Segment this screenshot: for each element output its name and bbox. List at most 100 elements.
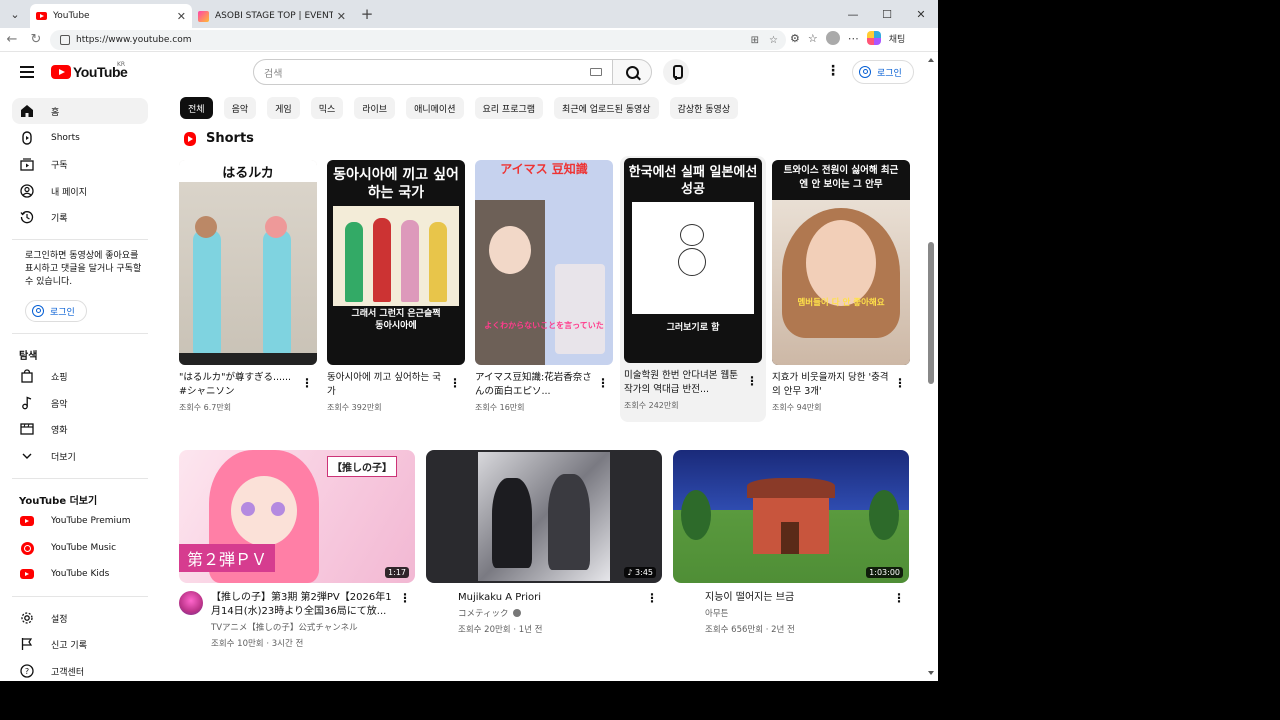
video-title[interactable]: Mujikaku A Priori (458, 591, 640, 605)
video-channel[interactable]: コメティック (458, 607, 640, 619)
video-thumbnail[interactable]: 【推しの子】 第２弾ＰＶ 1:17 (179, 450, 415, 583)
sidebar-item-music[interactable]: 음악 (12, 390, 148, 416)
refresh-icon[interactable]: ↻ (24, 32, 48, 47)
tab-youtube[interactable]: YouTube ✕ (30, 4, 192, 28)
short-card[interactable]: 트와이스 전원이 싫어해 최근엔 안 보이는 그 안무 멤버들이 다 안 좋아해… (772, 160, 910, 413)
short-thumbnail[interactable]: 동아시아에 끼고 싶어하는 국가 그래서 그런지 은근슬쩍 동아시아에 (327, 160, 465, 365)
extensions-icon[interactable]: ⚙ (790, 32, 800, 45)
scroll-up-arrow-icon[interactable] (928, 58, 934, 62)
video-thumbnail[interactable]: 1:03:00 (673, 450, 909, 583)
video-channel[interactable]: TVアニメ【推しの子】公式チャンネル (211, 621, 393, 633)
movie-icon (20, 422, 34, 436)
chip-all[interactable]: 전체 (180, 97, 213, 119)
back-arrow-icon[interactable]: ← (0, 32, 24, 47)
signin-button[interactable]: 로그인 (852, 60, 914, 84)
address-bar[interactable]: https://www.youtube.com ⊞ ☆ (50, 30, 786, 50)
chip-games[interactable]: 게임 (267, 97, 300, 119)
tab-asobi[interactable]: ASOBI STAGE TOP | EVENT | ASOBI ✕ (192, 4, 352, 28)
chip-music[interactable]: 음악 (223, 97, 257, 119)
video-menu-kebab-icon[interactable]: ⋮ (646, 591, 658, 605)
settings-kebab-icon[interactable]: ⋮ (826, 64, 840, 78)
favorites-icon[interactable]: ☆ (808, 32, 818, 45)
chip-mix[interactable]: 믹스 (310, 97, 344, 119)
close-window-icon[interactable]: ✕ (904, 8, 938, 21)
sidebar-item-help[interactable]: ? 고객센터 (12, 658, 148, 681)
youtube-logo[interactable]: YouTube KR (51, 61, 128, 80)
sidebar-item-label: 음악 (51, 399, 68, 410)
short-menu-kebab-icon[interactable]: ⋮ (894, 376, 906, 390)
scroll-down-arrow-icon[interactable] (928, 671, 934, 675)
video-card[interactable]: ♪ 3:45 Mujikaku A Priori コメティック 조회수 20만회… (426, 450, 662, 651)
shopping-icon (20, 369, 34, 383)
page-scrollbar[interactable] (926, 52, 936, 681)
video-thumbnail[interactable]: ♪ 3:45 (426, 450, 662, 583)
profile-avatar-icon[interactable] (825, 31, 840, 45)
chip-animation[interactable]: 애니메이션 (406, 97, 464, 119)
short-menu-kebab-icon[interactable]: ⋮ (301, 376, 313, 390)
video-menu-kebab-icon[interactable]: ⋮ (893, 591, 905, 605)
sidebar-item-youtube-premium[interactable]: YouTube Premium (12, 508, 148, 534)
sidebar-item-shorts[interactable]: Shorts (12, 125, 148, 151)
sidebar-item-youtube-kids[interactable]: YouTube Kids (12, 561, 148, 587)
video-card[interactable]: 1:03:00 지능이 떨어지는 브금 아무튼 조회수 656만회 · 2년 전… (673, 450, 909, 651)
short-title[interactable]: 미술학원 한번 안다녀본 웹툰작가의 역대급 반전... (624, 369, 742, 397)
site-info-icon[interactable] (60, 35, 70, 45)
close-tab-icon[interactable]: ✕ (177, 10, 186, 23)
video-card[interactable]: 【推しの子】 第２弾ＰＶ 1:17 【推しの子】第3期 第2弾PV【2026年1… (179, 450, 415, 651)
sidebar-item-label: Shorts (51, 133, 80, 143)
chip-live[interactable]: 라이브 (354, 97, 396, 119)
maximize-icon[interactable]: ☐ (870, 8, 904, 21)
sidebar-item-subscriptions[interactable]: 구독 (12, 151, 148, 177)
short-card[interactable]: 한국에선 실패 일본에선 성공 그러보기로 함 미술학원 한번 안다녀본 웹툰작… (620, 156, 766, 422)
sidebar-item-settings[interactable]: 설정 (12, 605, 148, 631)
sidebar-item-youtube-music[interactable]: YouTube Music (12, 535, 148, 561)
voice-search-mic-icon[interactable] (663, 59, 689, 85)
favorite-star-icon[interactable]: ☆ (769, 35, 778, 46)
short-title[interactable]: 동아시아에 끼고 싶어하는 국가 (327, 371, 445, 399)
sidebar-item-my-page[interactable]: 내 페이지 (12, 178, 148, 204)
shorts-heading-label: Shorts (206, 131, 254, 146)
video-channel[interactable]: 아무튼 (705, 607, 887, 619)
sidebar-item-more[interactable]: 더보기 (12, 443, 148, 469)
search-button[interactable] (612, 59, 652, 85)
tab-actions-chevron-icon[interactable]: ⌄ (4, 4, 26, 24)
video-title[interactable]: 지능이 떨어지는 브금 (705, 591, 887, 605)
chip-watched[interactable]: 감상한 동영상 (669, 97, 739, 119)
video-title[interactable]: 【推しの子】第3期 第2弾PV【2026年1月14日(水)23時より全国36局に… (211, 591, 393, 619)
short-views: 조회수 94만회 (772, 403, 822, 412)
short-card[interactable]: 동아시아에 끼고 싶어하는 국가 그래서 그런지 은근슬쩍 동아시아에 동아시아… (327, 160, 465, 413)
short-thumbnail[interactable]: アイマス 豆知識 よくわからないことを言っていた (475, 160, 613, 365)
short-menu-kebab-icon[interactable]: ⋮ (597, 376, 609, 390)
sidebar-item-movies[interactable]: 영화 (12, 416, 148, 442)
new-tab-plus-icon[interactable]: + (356, 5, 378, 23)
short-title[interactable]: "はるルカ"が尊すぎる...... #シャニソン (179, 371, 297, 399)
search-input[interactable]: 검색 (253, 59, 613, 85)
chat-label[interactable]: 채팅 (889, 32, 906, 45)
short-thumbnail[interactable]: はるルカ (179, 160, 317, 365)
short-menu-kebab-icon[interactable]: ⋮ (449, 376, 461, 390)
copilot-icon[interactable] (866, 31, 881, 45)
app-available-icon[interactable]: ⊞ (751, 35, 759, 46)
sidebar-item-home[interactable]: 홈 (12, 98, 148, 124)
chip-cooking[interactable]: 요리 프로그램 (474, 97, 544, 119)
short-title[interactable]: 지효가 비웃을까지 당한 '충격의 안무 3개' (772, 371, 890, 399)
short-thumbnail[interactable]: 한국에선 실패 일본에선 성공 그러보기로 함 (624, 158, 762, 363)
sidebar-item-shopping[interactable]: 쇼핑 (12, 363, 148, 389)
more-menu-icon[interactable]: ⋯ (848, 32, 859, 45)
short-card[interactable]: アイマス 豆知識 よくわからないことを言っていた アイマス豆知識:花岩香奈さんの… (475, 160, 613, 413)
short-thumbnail[interactable]: 트와이스 전원이 싫어해 최근엔 안 보이는 그 안무 멤버들이 다 안 좋아해… (772, 160, 910, 365)
close-tab-icon[interactable]: ✕ (337, 10, 346, 23)
sidebar-signin-button[interactable]: 로그인 (25, 300, 87, 322)
scroll-thumb[interactable] (928, 242, 934, 384)
chip-recently-uploaded[interactable]: 최근에 업로드된 동영상 (554, 97, 659, 119)
video-menu-kebab-icon[interactable]: ⋮ (399, 591, 411, 605)
minimize-icon[interactable]: — (836, 8, 870, 21)
hamburger-menu-icon[interactable] (20, 66, 34, 78)
short-card[interactable]: はるルカ "はるルカ"が尊すぎる...... #シャニソン 조회수 6.7만회 … (179, 160, 317, 413)
sidebar-item-report-history[interactable]: 신고 기록 (12, 631, 148, 657)
short-title[interactable]: アイマス豆知識:花岩香奈さんの面白エピソ... (475, 371, 593, 399)
keyboard-icon[interactable] (590, 68, 602, 76)
sidebar-item-history[interactable]: 기록 (12, 204, 148, 230)
short-menu-kebab-icon[interactable]: ⋮ (746, 374, 758, 388)
channel-avatar[interactable] (179, 591, 203, 615)
